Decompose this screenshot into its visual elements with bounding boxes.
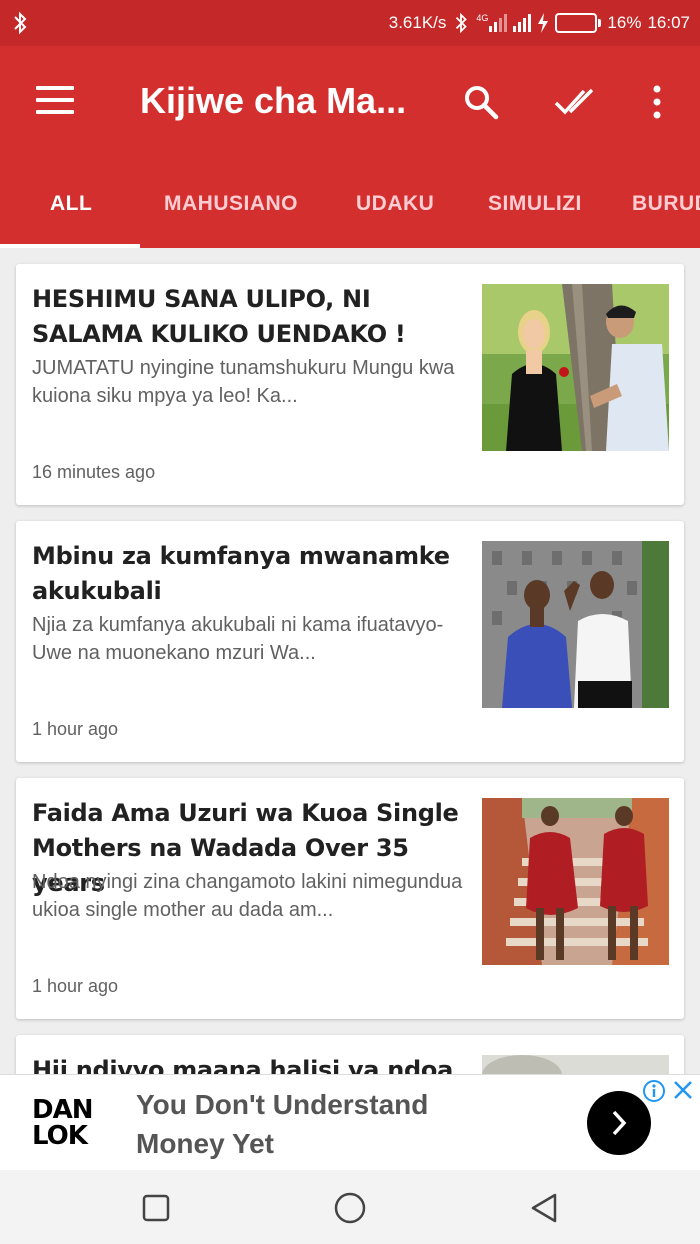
bluetooth-status-icon bbox=[456, 12, 468, 34]
ad-banner[interactable]: DAN LOK You Don't Understand Money Yet bbox=[0, 1074, 700, 1170]
article-snippet: JUMATATU nyingine tunamshukuru Mungu kwa… bbox=[32, 357, 455, 407]
logo-line-1: DAN bbox=[32, 1095, 93, 1125]
charging-icon bbox=[538, 13, 549, 33]
tab-burudani[interactable]: BURUD bbox=[632, 192, 700, 216]
signal-icon bbox=[513, 14, 532, 32]
ad-text: You Don't Understand Money Yet bbox=[136, 1085, 428, 1163]
status-bar: 3.61K/s 4G 16% 16:07 bbox=[0, 0, 700, 46]
more-vert-icon[interactable] bbox=[637, 82, 677, 122]
ad-headline-line-1: You Don't Understand bbox=[136, 1089, 429, 1120]
ad-info-icon[interactable] bbox=[642, 1079, 666, 1103]
app-title: Kijiwe cha Ma... bbox=[140, 80, 407, 121]
signal-4g-icon: 4G bbox=[476, 13, 508, 32]
tab-simulizi[interactable]: SIMULIZI bbox=[488, 192, 582, 216]
tab-indicator bbox=[0, 244, 140, 248]
hamburger-menu-icon[interactable] bbox=[36, 86, 74, 116]
article-time: 1 hour ago bbox=[32, 719, 119, 739]
category-tabs: ALL MAHUSIANO UDAKU SIMULIZI BURUD bbox=[0, 174, 700, 248]
network-speed: 3.61K/s bbox=[388, 13, 447, 32]
article-snippet: Ndoa nyingi zina changamoto lakini nimeg… bbox=[32, 871, 463, 921]
article-card[interactable]: Faida Ama Uzuri wa Kuoa Single Mothers n… bbox=[16, 778, 684, 1019]
battery-percent: 16% bbox=[607, 13, 642, 32]
advertiser-logo: DAN LOK bbox=[32, 1095, 93, 1151]
clock: 16:07 bbox=[647, 13, 690, 32]
back-button[interactable] bbox=[524, 1188, 564, 1228]
recents-button[interactable] bbox=[136, 1188, 176, 1228]
ad-headline-line-2: Money Yet bbox=[136, 1128, 274, 1159]
article-card[interactable]: Mbinu za kumfanya mwanamke akukubali Nji… bbox=[16, 521, 684, 762]
app-bar: Kijiwe cha Ma... ALL MAHUSIANO UDAKU SIM… bbox=[0, 46, 700, 248]
logo-line-2: LOK bbox=[32, 1121, 88, 1151]
article-time: 16 minutes ago bbox=[32, 462, 156, 482]
home-button[interactable] bbox=[330, 1188, 370, 1228]
done-all-icon[interactable] bbox=[554, 82, 600, 122]
tab-udaku[interactable]: UDAKU bbox=[356, 192, 434, 216]
bluetooth-icon bbox=[14, 11, 27, 35]
battery-icon bbox=[555, 13, 602, 33]
article-thumbnail bbox=[482, 798, 669, 965]
system-nav-bar bbox=[0, 1170, 700, 1244]
network-type: 4G bbox=[476, 13, 489, 23]
article-card[interactable]: HESHIMU SANA ULIPO, NI SALAMA KULIKO UEN… bbox=[16, 264, 684, 505]
article-thumbnail bbox=[482, 541, 669, 708]
article-thumbnail bbox=[482, 284, 669, 451]
article-time: 1 hour ago bbox=[32, 976, 119, 996]
search-icon[interactable] bbox=[461, 82, 501, 122]
tab-mahusiano[interactable]: MAHUSIANO bbox=[164, 192, 298, 216]
article-title: Mbinu za kumfanya mwanamke akukubali bbox=[32, 542, 450, 605]
chevron-right-icon bbox=[612, 1110, 627, 1136]
article-title: HESHIMU SANA ULIPO, NI SALAMA KULIKO UEN… bbox=[32, 285, 406, 348]
article-snippet: Njia za kumfanya akukubali ni kama ifuat… bbox=[32, 614, 444, 664]
ad-close-icon[interactable] bbox=[672, 1079, 694, 1101]
tab-all[interactable]: ALL bbox=[50, 192, 92, 216]
